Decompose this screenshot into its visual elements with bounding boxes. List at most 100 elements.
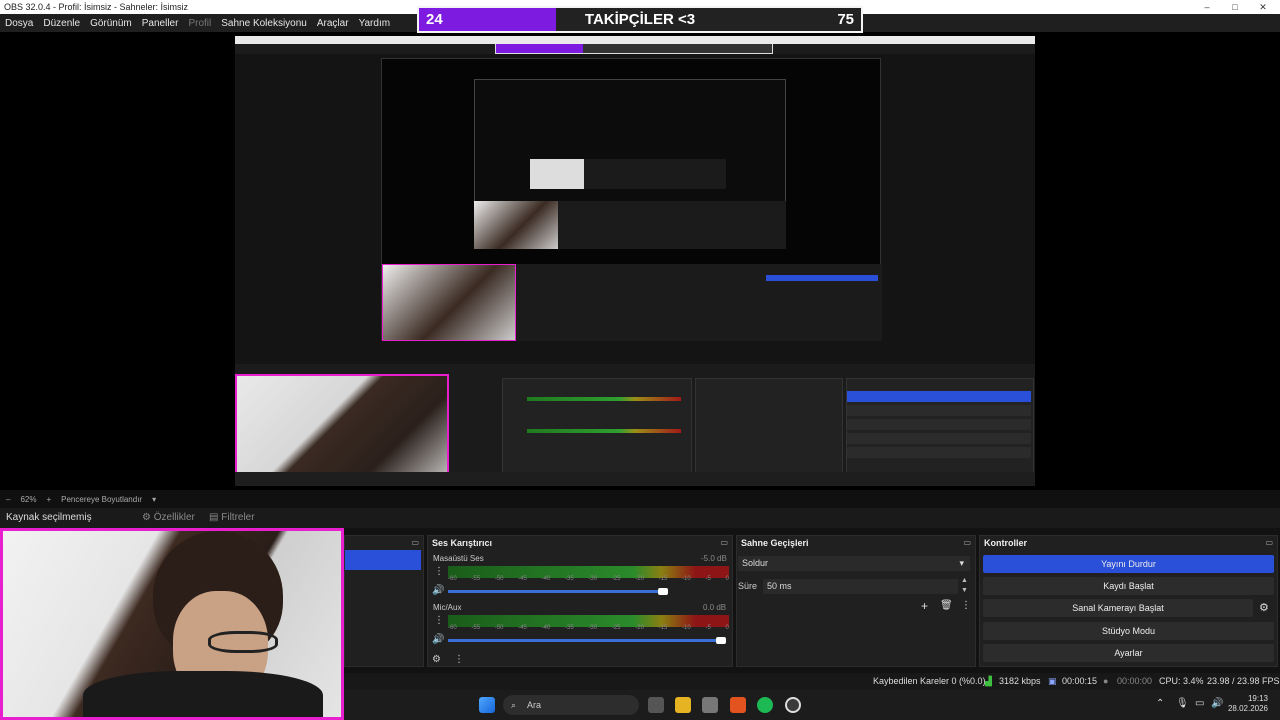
fader-desktop[interactable] bbox=[448, 590, 663, 593]
obs-icon[interactable] bbox=[785, 697, 801, 713]
studio-mode-button[interactable]: Stüdyo Modu bbox=[983, 622, 1274, 640]
spin-up-icon[interactable]: ▲ bbox=[961, 577, 968, 584]
menu-duzenle[interactable]: Düzenle bbox=[43, 18, 80, 29]
followers-label: TAKİPÇİLER <3 bbox=[584, 11, 696, 28]
tick: -40 bbox=[541, 576, 551, 582]
tick: -35 bbox=[565, 576, 574, 582]
webcam-person-glasses bbox=[208, 631, 278, 653]
kebab-icon[interactable]: ⋮ bbox=[434, 566, 444, 577]
taskbar-clock[interactable]: 19:13 28.02.2026 bbox=[1228, 694, 1268, 714]
zoom-in-button[interactable]: + bbox=[46, 495, 51, 504]
menu-araclar[interactable]: Araçlar bbox=[317, 18, 349, 29]
transition-value: Soldur bbox=[742, 558, 769, 568]
dock-icon[interactable]: ▭ bbox=[963, 536, 971, 550]
fps: 23.98 / 23.98 FPS bbox=[1207, 676, 1280, 686]
tick: -40 bbox=[541, 625, 551, 631]
kebab-icon[interactable]: ⋮ bbox=[434, 615, 444, 626]
properties-button[interactable]: ⚙ Özellikler bbox=[142, 512, 195, 523]
tick: 0 bbox=[725, 625, 729, 631]
menu-dosya[interactable]: Dosya bbox=[5, 18, 33, 29]
tick: -50 bbox=[494, 576, 504, 582]
gear-icon: ⚙ bbox=[142, 512, 151, 523]
channel-db-desktop: -5.0 dB bbox=[701, 554, 727, 563]
menu-sahne-koleksiyonu[interactable]: Sahne Koleksiyonu bbox=[221, 18, 307, 29]
maximize-button[interactable]: □ bbox=[1222, 0, 1248, 14]
transition-select[interactable]: Soldur ▾ bbox=[738, 556, 970, 571]
record-time: 00:00:00 bbox=[1117, 676, 1153, 686]
tick: -20 bbox=[635, 576, 644, 582]
filters-button[interactable]: ▤ Filtreler bbox=[209, 512, 255, 523]
file-explorer-icon[interactable] bbox=[675, 697, 691, 713]
clock-date: 28.02.2026 bbox=[1227, 704, 1268, 713]
dock-icon[interactable]: ▭ bbox=[411, 536, 419, 550]
microphone-icon[interactable]: 🎙 bbox=[1176, 698, 1189, 709]
bitrate: 3182 kbps bbox=[999, 676, 1041, 686]
brave-browser-icon[interactable] bbox=[730, 697, 746, 713]
fader-mic[interactable] bbox=[448, 639, 723, 642]
speaker-icon[interactable]: 🔊 bbox=[432, 585, 444, 596]
tick: -55 bbox=[471, 625, 481, 631]
selected-source-item[interactable] bbox=[345, 550, 421, 570]
duration-input[interactable]: 50 ms bbox=[763, 579, 958, 594]
minimize-button[interactable]: – bbox=[1194, 0, 1220, 14]
menu-gorunum[interactable]: Görünüm bbox=[90, 18, 132, 29]
nested-btn-5 bbox=[847, 447, 1031, 458]
gear-icon[interactable]: ⚙ bbox=[1259, 601, 1269, 614]
tick: -45 bbox=[518, 625, 527, 631]
spin-down-icon[interactable]: ▼ bbox=[961, 587, 968, 594]
add-icon[interactable]: + bbox=[921, 599, 928, 613]
tick: -5 bbox=[705, 576, 711, 582]
spotify-icon[interactable] bbox=[757, 697, 773, 713]
start-recording-button[interactable]: Kaydı Başlat bbox=[983, 577, 1274, 595]
tick: -60 bbox=[448, 576, 457, 582]
trash-icon[interactable]: 🗑 bbox=[940, 600, 953, 611]
tick: -55 bbox=[471, 576, 481, 582]
network-icon[interactable]: ▭ bbox=[1195, 698, 1204, 709]
nested-transitions bbox=[695, 378, 843, 474]
fader-knob-mic[interactable] bbox=[716, 637, 726, 644]
menu-profil[interactable]: Profil bbox=[188, 18, 211, 29]
record-icon: ● bbox=[1103, 676, 1109, 686]
no-source-selected: Kaynak seçilmemiş bbox=[6, 512, 92, 523]
windows-start-icon[interactable] bbox=[479, 697, 495, 713]
tick: -15 bbox=[658, 625, 668, 631]
audio-mixer-title: Ses Karıştırıcı bbox=[432, 538, 493, 548]
tick: 0 bbox=[725, 576, 729, 582]
tick: -5 bbox=[705, 625, 711, 631]
tick: -30 bbox=[588, 576, 598, 582]
chevron-down-icon[interactable]: ▾ bbox=[152, 495, 156, 504]
dock-icon[interactable]: ▭ bbox=[1265, 536, 1273, 550]
nested-btn-2 bbox=[847, 405, 1031, 416]
tick: -25 bbox=[611, 625, 621, 631]
search-placeholder: Ara bbox=[527, 700, 542, 710]
zoom-out-button[interactable]: – bbox=[6, 495, 10, 504]
fader-knob-desktop[interactable] bbox=[658, 588, 668, 595]
volume-icon[interactable]: 🔊 bbox=[1211, 698, 1223, 709]
menu-yardim[interactable]: Yardım bbox=[359, 18, 391, 29]
stop-streaming-button[interactable]: Yayını Durdur bbox=[983, 555, 1274, 573]
kebab-icon[interactable]: ⋮ bbox=[961, 600, 971, 611]
start-virtual-camera-button[interactable]: Sanal Kamerayı Başlat bbox=[983, 599, 1253, 617]
settings-button[interactable]: Ayarlar bbox=[983, 644, 1274, 662]
taskbar-search[interactable]: ⌕ Ara bbox=[503, 695, 639, 715]
channel-name-desktop: Masaüstü Ses bbox=[433, 554, 484, 563]
fit-to-window[interactable]: Pencereye Boyutlandır bbox=[61, 495, 142, 504]
tick: -20 bbox=[635, 625, 644, 631]
task-view-icon[interactable] bbox=[648, 697, 664, 713]
store-icon[interactable] bbox=[702, 697, 718, 713]
chevron-up-icon[interactable]: ⌃ bbox=[1156, 698, 1164, 709]
tick: -25 bbox=[611, 576, 621, 582]
tick: -10 bbox=[682, 576, 691, 582]
dock-icon[interactable]: ▭ bbox=[720, 536, 728, 550]
filters-label: Filtreler bbox=[221, 512, 255, 523]
gear-icon[interactable]: ⚙ bbox=[432, 654, 441, 665]
kebab-icon[interactable]: ⋮ bbox=[454, 654, 464, 665]
channel-name-mic: Mic/Aux bbox=[433, 603, 462, 612]
cpu-usage: CPU: 3.4% bbox=[1159, 676, 1204, 686]
speaker-icon[interactable]: 🔊 bbox=[432, 634, 444, 645]
menu-paneller[interactable]: Paneller bbox=[142, 18, 179, 29]
tick: -30 bbox=[588, 625, 598, 631]
tick: -45 bbox=[518, 576, 527, 582]
close-button[interactable]: ✕ bbox=[1250, 0, 1276, 14]
stream-icon: ▣ bbox=[1048, 676, 1057, 686]
